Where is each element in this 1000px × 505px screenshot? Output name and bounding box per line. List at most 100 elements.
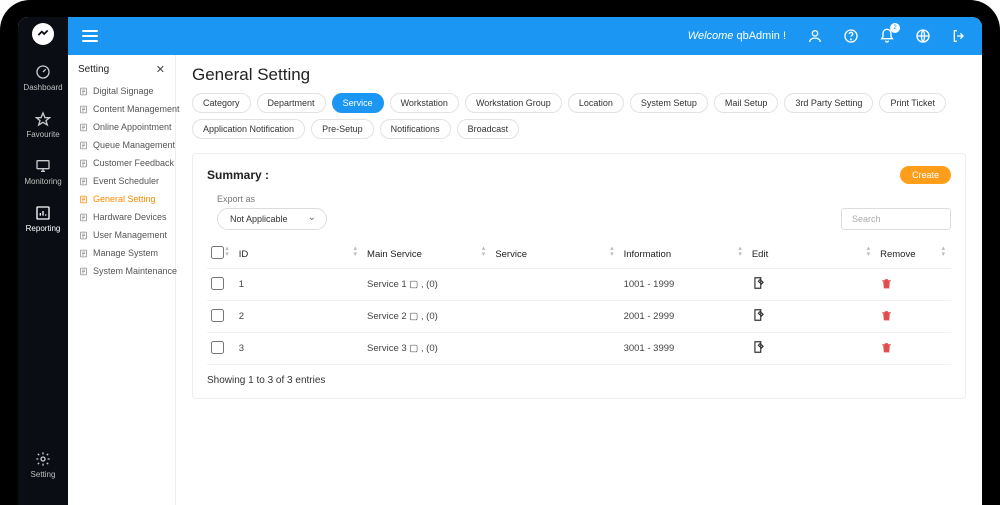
tab-pill[interactable]: Pre-Setup: [311, 119, 374, 139]
doc-icon: [78, 104, 88, 114]
globe-icon[interactable]: [914, 27, 932, 45]
sidebar-item[interactable]: Event Scheduler: [72, 172, 171, 190]
left-rail: Dashboard Favourite Monitoring Reporting: [18, 17, 68, 505]
sidebar-item-label: Manage System: [93, 248, 158, 258]
tab-pill[interactable]: Print Ticket: [879, 93, 946, 113]
close-icon[interactable]: ✕: [156, 63, 165, 76]
tab-pill[interactable]: Department: [257, 93, 326, 113]
sidebar-item[interactable]: Queue Management: [72, 136, 171, 154]
sidebar-item-label: Digital Signage: [93, 86, 154, 96]
rail-item-setting[interactable]: Setting: [31, 450, 56, 479]
edit-icon[interactable]: [752, 308, 766, 322]
sidebar-item-label: Content Management: [93, 104, 180, 114]
sidebar-item[interactable]: System Maintenance: [72, 262, 171, 280]
th-edit: Edit: [752, 249, 768, 260]
doc-icon: [78, 194, 88, 204]
rail-item-label: Favourite: [26, 130, 59, 139]
rail-item-label: Dashboard: [23, 83, 62, 92]
sidebar-item[interactable]: Customer Feedback: [72, 154, 171, 172]
welcome-username: qbAdmin !: [736, 30, 786, 42]
rail-item-label: Monitoring: [24, 177, 61, 186]
row-checkbox[interactable]: [211, 309, 224, 322]
rail-item-monitoring[interactable]: Monitoring: [24, 157, 61, 186]
laptop-frame: Dashboard Favourite Monitoring Reporting: [0, 0, 1000, 505]
sidebar-item[interactable]: Hardware Devices: [72, 208, 171, 226]
doc-icon: [78, 140, 88, 150]
summary-label: Summary :: [207, 168, 269, 182]
help-icon[interactable]: [842, 27, 860, 45]
monitor-icon: [34, 157, 52, 175]
sidebar-item[interactable]: Online Appointment: [72, 118, 171, 136]
app-screen: Dashboard Favourite Monitoring Reporting: [18, 17, 982, 505]
table-row: 1Service 1 ▢ , (0)1001 - 1999: [207, 269, 951, 301]
rail-item-favourite[interactable]: Favourite: [26, 110, 59, 139]
select-all-checkbox[interactable]: [211, 246, 224, 259]
sidebar-item[interactable]: General Setting: [72, 190, 171, 208]
settings-sidebar: Setting ✕ Digital SignageContent Managem…: [68, 55, 176, 505]
rail-item-reporting[interactable]: Reporting: [26, 204, 61, 233]
sidebar-item-label: User Management: [93, 230, 167, 240]
gear-icon: [34, 450, 52, 468]
doc-icon: [78, 86, 88, 96]
user-icon[interactable]: [806, 27, 824, 45]
cell-main-service: Service 3 ▢ , (0): [363, 333, 491, 365]
rail-item-label: Setting: [31, 470, 56, 479]
tab-pill[interactable]: Workstation Group: [465, 93, 562, 113]
rail-item-dashboard[interactable]: Dashboard: [23, 63, 62, 92]
cell-service: [491, 269, 619, 301]
sidebar-item[interactable]: Digital Signage: [72, 82, 171, 100]
tab-pill[interactable]: Workstation: [390, 93, 459, 113]
tab-pill[interactable]: Application Notification: [192, 119, 305, 139]
tab-pill[interactable]: Category: [192, 93, 251, 113]
tabs-row: Category Department Service Workstation Work…: [192, 93, 966, 139]
welcome-text: Welcome qbAdmin !: [688, 30, 786, 42]
notif-badge: 2: [890, 23, 900, 33]
edit-icon[interactable]: [752, 340, 766, 354]
cell-main-service: Service 2 ▢ , (0): [363, 301, 491, 333]
content-area: General Setting Category Department Servic…: [176, 55, 982, 505]
sidebar-item[interactable]: Content Management: [72, 100, 171, 118]
edit-icon[interactable]: [752, 276, 766, 290]
table-row: 2Service 2 ▢ , (0)2001 - 2999: [207, 301, 951, 333]
tab-pill[interactable]: Location: [568, 93, 624, 113]
row-checkbox[interactable]: [211, 341, 224, 354]
export-select[interactable]: Not Applicable: [217, 208, 327, 230]
cell-id: 2: [235, 301, 363, 333]
create-button[interactable]: Create: [900, 166, 951, 184]
doc-icon: [78, 248, 88, 258]
gauge-icon: [34, 63, 52, 81]
cell-information: 1001 - 1999: [620, 269, 748, 301]
delete-icon[interactable]: [880, 309, 893, 322]
th-id: ID: [239, 249, 249, 260]
cell-id: 3: [235, 333, 363, 365]
search-input[interactable]: [841, 208, 951, 230]
tab-pill[interactable]: Broadcast: [457, 119, 520, 139]
delete-icon[interactable]: [880, 341, 893, 354]
page-title: General Setting: [192, 65, 966, 85]
bell-icon[interactable]: 2: [878, 27, 896, 45]
sidebar-item[interactable]: Manage System: [72, 244, 171, 262]
sidebar-item-label: System Maintenance: [93, 266, 177, 276]
tab-pill[interactable]: Notifications: [380, 119, 451, 139]
logout-icon[interactable]: [950, 27, 968, 45]
tab-pill[interactable]: System Setup: [630, 93, 708, 113]
row-checkbox[interactable]: [211, 277, 224, 290]
chart-icon: [34, 204, 52, 222]
sidebar-item-label: Queue Management: [93, 140, 175, 150]
tab-pill[interactable]: Mail Setup: [714, 93, 779, 113]
sidebar-item-label: Customer Feedback: [93, 158, 174, 168]
hamburger-icon[interactable]: [82, 30, 98, 42]
entries-info: Showing 1 to 3 of 3 entries: [207, 375, 951, 386]
delete-icon[interactable]: [880, 277, 893, 290]
doc-icon: [78, 266, 88, 276]
tab-pill[interactable]: Service: [332, 93, 384, 113]
sidebar-item[interactable]: User Management: [72, 226, 171, 244]
sidebar-item-label: General Setting: [93, 194, 156, 204]
export-label: Export as: [217, 194, 327, 204]
tab-pill[interactable]: 3rd Party Setting: [784, 93, 873, 113]
summary-panel: Summary : Create Export as Not Applicabl…: [192, 153, 966, 399]
cell-information: 3001 - 3999: [620, 333, 748, 365]
data-table: ▴▾ ID▴▾ Main Service▴▾ Service▴▾ Informa…: [207, 240, 951, 365]
app-logo: [32, 23, 54, 45]
sidebar-item-label: Hardware Devices: [93, 212, 167, 222]
